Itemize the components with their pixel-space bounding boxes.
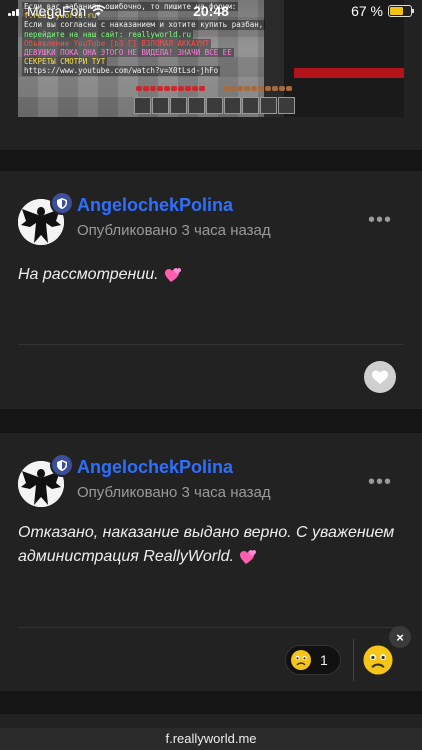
sparkling-heart-emoji-icon [240,549,257,564]
reaction-summary-button[interactable]: 1 [285,645,341,675]
post-timestamp[interactable]: Опубликовано 3 часа назад [77,222,271,239]
post-text: Отказано, наказание выдано верно. С уваж… [18,524,395,565]
sad-face-emoji-icon [363,645,393,675]
chat-line: Объявление YouTube [b3 Г] ВЗЛОМАЛ АККАУН… [22,38,212,49]
author-name[interactable]: AngelochekPolina [77,457,233,478]
moderator-badge-icon [50,453,74,477]
url-text: f.reallyworld.me [165,731,257,746]
chat-line: ДЕВУШКИ ПОКА ОНА ЭТОГО НЕ ВИДЕЛА! ЗНАЧИ … [22,48,234,58]
sad-face-emoji-icon [291,650,311,670]
embedded-screenshot-card: Если вас забанили ошибочно, то пишите на… [0,0,422,150]
chat-line: СЕКРЕТЫ СМОТРИ ТУТ [22,57,108,67]
chat-line: https://www.youtube.com/watch?v=X0tLsd-j… [22,66,221,76]
moderator-badge-icon [50,191,74,215]
battery-percent: 67 % [351,3,383,19]
reaction-separator [353,639,354,681]
chat-line: перейдите на наш сайт: reallyworld.ru [22,29,194,39]
forum-post: AngelochekPolina Опубликовано 3 часа наз… [0,171,422,409]
hunger-bar [223,86,292,91]
post-text: На рассмотрении. [18,266,159,283]
like-button[interactable] [364,361,396,393]
more-options-icon[interactable]: ••• [368,209,392,232]
remove-reaction-button[interactable]: × [389,626,411,648]
author-name[interactable]: AngelochekPolina [77,195,233,216]
my-reaction-button[interactable] [362,644,394,681]
divider [18,627,404,628]
reaction-count: 1 [320,652,328,668]
hotbar [134,97,295,114]
post-content: Отказано, наказание выдано верно. С уваж… [18,521,404,569]
battery-icon [388,5,414,17]
post-timestamp[interactable]: Опубликовано 3 часа назад [77,484,271,501]
forum-post: AngelochekPolina Опубликовано 3 часа наз… [0,433,422,691]
address-bar[interactable]: f.reallyworld.me [0,728,422,750]
more-options-icon[interactable]: ••• [368,471,392,494]
health-bar [136,86,205,91]
heart-icon [372,370,388,384]
post-content: На рассмотрении. [18,263,404,287]
sparkling-heart-emoji-icon [165,267,182,282]
status-bar: MegaFon 20:48 67 % [0,0,422,22]
divider [18,344,404,345]
